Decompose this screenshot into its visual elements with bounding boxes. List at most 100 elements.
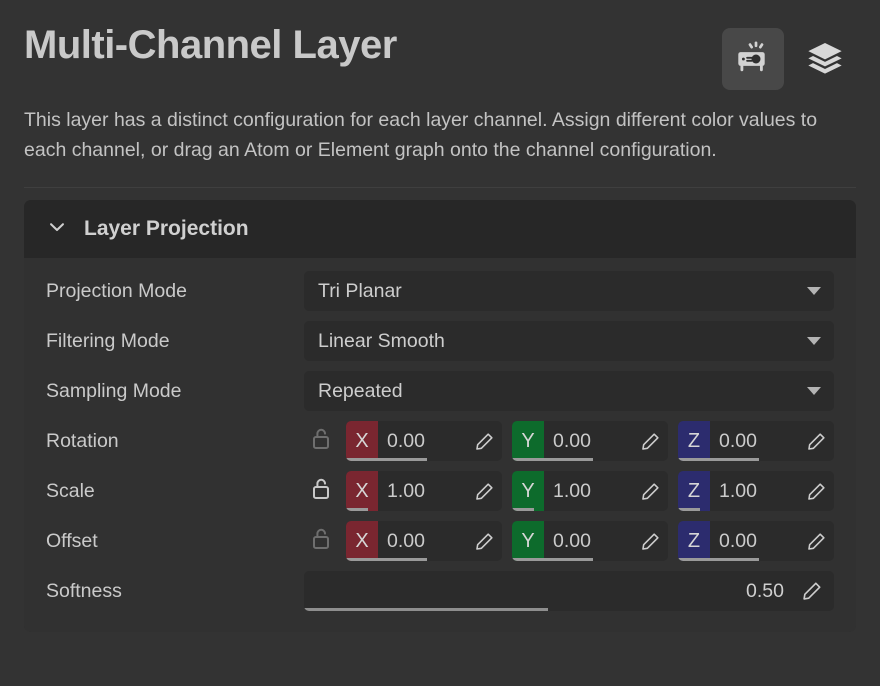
label-filtering-mode: Filtering Mode [46, 329, 170, 352]
row-offset: Offset X 0.00 Y 0.00 Z 0.00 [24, 516, 856, 566]
edit-pencil-icon[interactable] [798, 531, 834, 552]
control-rotation: X 0.00 Y 0.00 Z 0.00 [304, 421, 834, 462]
control-projection-mode: Tri Planar [304, 271, 834, 312]
rotation-lock-button[interactable] [304, 426, 338, 457]
control-scale: X 1.00 Y 1.00 Z 1.00 [304, 471, 834, 512]
softness-slider[interactable]: 0.50 [304, 571, 834, 612]
scale-z-field[interactable]: Z 1.00 [678, 471, 834, 512]
layer-projection-body: Projection Mode Tri Planar Filtering Mod… [24, 258, 856, 633]
offset-lock-button[interactable] [304, 526, 338, 557]
unlock-icon [310, 476, 332, 507]
rotation-x-field[interactable]: X 0.00 [346, 421, 502, 462]
filtering-mode-dropdown[interactable]: Linear Smooth [304, 321, 834, 362]
rotation-axes: X 0.00 Y 0.00 Z 0.00 [346, 421, 834, 462]
projection-mode-value: Tri Planar [318, 279, 402, 302]
label-offset: Offset [46, 529, 98, 552]
axis-badge-y: Y [512, 471, 544, 512]
control-offset: X 0.00 Y 0.00 Z 0.00 [304, 521, 834, 562]
layer-projection-header[interactable]: Layer Projection [24, 200, 856, 259]
offset-y-value: 0.00 [553, 529, 591, 552]
label-rotation: Rotation [46, 429, 119, 452]
rotation-x-underline [346, 458, 428, 462]
edit-pencil-icon[interactable] [798, 431, 834, 452]
scale-y-field[interactable]: Y 1.00 [512, 471, 668, 512]
offset-vector: X 0.00 Y 0.00 Z 0.00 [304, 521, 834, 562]
edit-pencil-icon[interactable] [798, 481, 834, 502]
offset-axes: X 0.00 Y 0.00 Z 0.00 [346, 521, 834, 562]
rotation-y-field[interactable]: Y 0.00 [512, 421, 668, 462]
edit-pencil-icon[interactable] [466, 481, 502, 502]
scale-z-underline [678, 508, 700, 512]
chevron-down-icon[interactable] [46, 216, 68, 243]
offset-y-field[interactable]: Y 0.00 [512, 521, 668, 562]
sampling-mode-value: Repeated [318, 379, 403, 402]
label-softness: Softness [46, 579, 122, 602]
control-filtering-mode: Linear Smooth [304, 321, 834, 362]
row-rotation: Rotation X 0.00 Y 0.00 Z 0.00 [24, 416, 856, 466]
offset-z-underline [678, 558, 760, 562]
edit-pencil-icon[interactable] [466, 431, 502, 452]
projector-button[interactable] [722, 28, 784, 90]
axis-badge-z: Z [678, 521, 710, 562]
control-sampling-mode: Repeated [304, 371, 834, 412]
row-softness: Softness 0.50 [24, 566, 856, 616]
chevron-down-icon [807, 287, 821, 296]
title-row: Multi-Channel Layer [24, 23, 856, 90]
offset-x-value: 0.00 [387, 529, 425, 552]
page-title: Multi-Channel Layer [24, 23, 397, 67]
sampling-mode-dropdown[interactable]: Repeated [304, 371, 834, 412]
control-softness: 0.50 [304, 571, 834, 612]
edit-pencil-icon[interactable] [632, 481, 668, 502]
axis-badge-z: Z [678, 421, 710, 462]
axis-badge-x: X [346, 471, 378, 512]
axis-badge-y: Y [512, 421, 544, 462]
edit-pencil-icon[interactable] [632, 531, 668, 552]
scale-x-underline [346, 508, 368, 512]
axis-badge-y: Y [512, 521, 544, 562]
offset-z-value: 0.00 [719, 529, 757, 552]
scale-x-field[interactable]: X 1.00 [346, 471, 502, 512]
edit-pencil-icon[interactable] [796, 580, 828, 602]
scale-lock-button[interactable] [304, 476, 338, 507]
rotation-z-value: 0.00 [719, 429, 757, 452]
layers-button[interactable] [794, 28, 856, 90]
scale-x-value: 1.00 [387, 479, 425, 502]
scale-vector: X 1.00 Y 1.00 Z 1.00 [304, 471, 834, 512]
layers-icon [805, 39, 845, 79]
axis-badge-x: X [346, 521, 378, 562]
header-actions [722, 28, 856, 90]
row-projection-mode: Projection Mode Tri Planar [24, 266, 856, 316]
edit-pencil-icon[interactable] [632, 431, 668, 452]
scale-z-value: 1.00 [719, 479, 757, 502]
row-sampling-mode: Sampling Mode Repeated [24, 366, 856, 416]
chevron-down-icon [807, 387, 821, 396]
rotation-z-underline [678, 458, 760, 462]
label-projection-mode: Projection Mode [46, 279, 187, 302]
scale-axes: X 1.00 Y 1.00 Z 1.00 [346, 471, 834, 512]
softness-slider-track [304, 608, 548, 612]
layer-projection-panel: Layer Projection Projection Mode Tri Pla… [24, 200, 856, 633]
unlock-icon [310, 426, 332, 457]
rotation-z-field[interactable]: Z 0.00 [678, 421, 834, 462]
chevron-down-icon [807, 337, 821, 346]
offset-z-field[interactable]: Z 0.00 [678, 521, 834, 562]
row-filtering-mode: Filtering Mode Linear Smooth [24, 316, 856, 366]
offset-x-field[interactable]: X 0.00 [346, 521, 502, 562]
rotation-vector: X 0.00 Y 0.00 Z 0.00 [304, 421, 834, 462]
rotation-y-value: 0.00 [553, 429, 591, 452]
softness-value: 0.50 [746, 579, 784, 602]
edit-pencil-icon[interactable] [466, 531, 502, 552]
panel-description: This layer has a distinct configuration … [24, 109, 818, 161]
unlock-icon [310, 526, 332, 557]
rotation-y-underline [512, 458, 594, 462]
row-scale: Scale X 1.00 Y 1.00 Z 1.00 [24, 466, 856, 516]
label-sampling-mode: Sampling Mode [46, 379, 182, 402]
scale-y-value: 1.00 [553, 479, 591, 502]
projection-mode-dropdown[interactable]: Tri Planar [304, 271, 834, 312]
offset-x-underline [346, 558, 428, 562]
filtering-mode-value: Linear Smooth [318, 329, 445, 352]
offset-y-underline [512, 558, 594, 562]
projector-icon [735, 41, 771, 77]
header-divider [24, 187, 856, 189]
rotation-x-value: 0.00 [387, 429, 425, 452]
